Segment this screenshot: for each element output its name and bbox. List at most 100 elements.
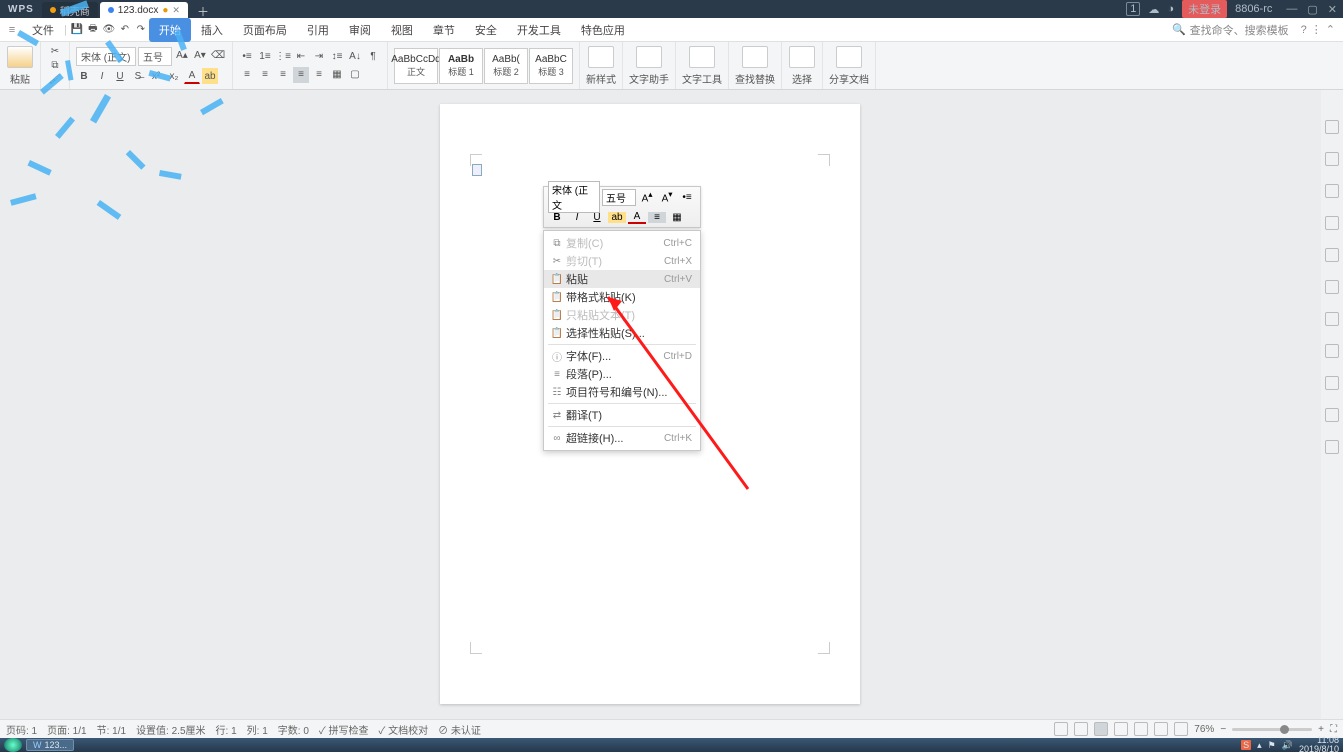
- ctx-item-label: 粘贴: [566, 271, 664, 287]
- sidebar-tool-4[interactable]: [1325, 216, 1339, 230]
- status-section[interactable]: 节: 1/1: [97, 722, 126, 737]
- ribbon-select[interactable]: 选择: [782, 42, 823, 89]
- mini-align[interactable]: ≡: [648, 212, 666, 223]
- view-extra2[interactable]: [1174, 722, 1188, 736]
- view-print[interactable]: [1094, 722, 1108, 736]
- mini-bold[interactable]: B: [548, 212, 566, 223]
- zoom-in[interactable]: +: [1318, 724, 1324, 735]
- ctx-选择性粘贴s[interactable]: 📋选择性粘贴(S)...: [544, 324, 700, 342]
- menu-special[interactable]: 特色应用: [571, 18, 635, 42]
- ctx-超链接h[interactable]: ∞超链接(H)...Ctrl+K: [544, 429, 700, 447]
- ribbon-texttools[interactable]: 文字工具: [676, 42, 729, 89]
- close-button[interactable]: ✕: [1328, 3, 1337, 16]
- ctx-翻译t[interactable]: ⇄翻译(T): [544, 406, 700, 424]
- sidebar-tool-9[interactable]: [1325, 376, 1339, 390]
- sidebar-tool-11[interactable]: [1325, 440, 1339, 454]
- status-spell[interactable]: ✓ 拼写检查: [319, 722, 369, 737]
- task-wps[interactable]: W 123...: [26, 739, 74, 751]
- newstyle-icon: [588, 46, 614, 68]
- mini-underline[interactable]: U: [588, 212, 606, 223]
- zoom-label[interactable]: 76%: [1194, 724, 1214, 735]
- menu-view[interactable]: 视图: [381, 18, 423, 42]
- ctx-粘贴[interactable]: 📋粘贴Ctrl+V: [544, 270, 700, 288]
- status-proof[interactable]: ✓ 文档校对: [379, 722, 429, 737]
- shading-button[interactable]: ▦: [329, 67, 345, 83]
- sidebar-tool-7[interactable]: [1325, 312, 1339, 326]
- tray-clock[interactable]: 11:08 2019/8/10: [1299, 736, 1339, 754]
- view-fullscreen[interactable]: [1054, 722, 1068, 736]
- mini-shading[interactable]: ▦: [668, 212, 686, 223]
- borders-button[interactable]: ▢: [347, 67, 363, 83]
- ctx-段落p[interactable]: ≡段落(P)...: [544, 365, 700, 383]
- mini-font-size[interactable]: 五号: [602, 189, 636, 206]
- menu-section[interactable]: 章节: [423, 18, 465, 42]
- fit-button[interactable]: ⛶: [1330, 724, 1337, 735]
- status-chars[interactable]: 字数: 0: [278, 722, 309, 737]
- status-pages[interactable]: 页面: 1/1: [47, 722, 86, 737]
- collapse-ribbon-icon[interactable]: ⌃: [1326, 23, 1335, 36]
- ribbon-doctool[interactable]: 文字助手: [623, 42, 676, 89]
- view-read[interactable]: [1074, 722, 1088, 736]
- status-page[interactable]: 页码: 1: [6, 722, 37, 737]
- ctx-带格式粘贴k[interactable]: 📋带格式粘贴(K): [544, 288, 700, 306]
- ctx-item-shortcut: Ctrl+X: [664, 256, 692, 267]
- style-h3[interactable]: AaBbC标题 3: [529, 48, 573, 84]
- showmarks-button[interactable]: ¶: [365, 49, 381, 65]
- mini-highlight[interactable]: ab: [608, 212, 626, 223]
- menu-review[interactable]: 审阅: [339, 18, 381, 42]
- ribbon-findrep[interactable]: 查找替换: [729, 42, 782, 89]
- view-outline[interactable]: [1114, 722, 1128, 736]
- sidebar-tool-6[interactable]: [1325, 280, 1339, 294]
- start-button[interactable]: [4, 738, 22, 752]
- ctx-字体f[interactable]: ⓘ字体(F)...Ctrl+D: [544, 347, 700, 365]
- linespacing-button[interactable]: ↕≡: [329, 49, 345, 65]
- menu-security[interactable]: 安全: [465, 18, 507, 42]
- ctx-项目符号和编号n[interactable]: ☷项目符号和编号(N)...: [544, 383, 700, 401]
- tray-ime[interactable]: S: [1241, 740, 1251, 750]
- skin-icon[interactable]: ◑: [1167, 3, 1174, 15]
- ctx-item-label: 带格式粘贴(K): [566, 289, 692, 305]
- style-h2[interactable]: AaBb(标题 2: [484, 48, 528, 84]
- zoom-slider[interactable]: [1232, 728, 1312, 731]
- mini-font-name[interactable]: 宋体 (正文: [548, 181, 600, 213]
- style-h1[interactable]: AaBb标题 1: [439, 48, 483, 84]
- ribbon-styles-group: AaBbCcDd正文 AaBb标题 1 AaBb(标题 2 AaBbC标题 3: [388, 42, 580, 89]
- login-pill[interactable]: 未登录: [1182, 0, 1227, 18]
- system-tray: S ▴ ⚑ 🔊 11:08 2019/8/10: [1241, 736, 1343, 754]
- sidebar-tool-1[interactable]: [1325, 120, 1339, 134]
- ribbon-share[interactable]: 分享文档: [823, 42, 876, 89]
- mini-fontcolor[interactable]: A: [628, 211, 646, 224]
- zoom-knob[interactable]: [1280, 725, 1289, 734]
- cloud-icon[interactable]: ☁: [1148, 3, 1159, 16]
- sidebar-tool-2[interactable]: [1325, 152, 1339, 166]
- titlebar-right: 1 ☁ ◑ 未登录 8806-rc — ▢ ✕: [1126, 0, 1343, 18]
- sidebar-tool-5[interactable]: [1325, 248, 1339, 262]
- mini-bullets[interactable]: •≡: [678, 192, 696, 203]
- sidebar-tool-8[interactable]: [1325, 344, 1339, 358]
- status-setval[interactable]: 设置值: 2.5厘米: [136, 722, 205, 737]
- search-placeholder[interactable]: 查找命令、搜索模板: [1190, 22, 1289, 38]
- tray-flag[interactable]: ⚑: [1268, 740, 1276, 751]
- ribbon-newstyle[interactable]: 新样式: [580, 42, 623, 89]
- zoom-out[interactable]: −: [1220, 724, 1226, 735]
- maximize-button[interactable]: ▢: [1307, 3, 1317, 16]
- sort-button[interactable]: A↓: [347, 49, 363, 65]
- tray-up[interactable]: ▴: [1257, 740, 1262, 751]
- sidebar-tool-3[interactable]: [1325, 184, 1339, 198]
- select-icon: [789, 46, 815, 68]
- view-web[interactable]: [1134, 722, 1148, 736]
- mini-italic[interactable]: I: [568, 212, 586, 223]
- mini-shrink-font[interactable]: A▾: [658, 189, 676, 204]
- mini-grow-font[interactable]: A▴: [638, 189, 656, 204]
- more-icon[interactable]: ⋮: [1311, 23, 1322, 36]
- menu-devtools[interactable]: 开发工具: [507, 18, 571, 42]
- status-auth[interactable]: ⊘ 未认证: [438, 722, 481, 737]
- view-extra1[interactable]: [1154, 722, 1168, 736]
- sidebar-tool-10[interactable]: [1325, 408, 1339, 422]
- ctx-item-icon: 📋: [548, 310, 566, 321]
- ctx-item-icon: ✂: [548, 256, 566, 267]
- help-icon[interactable]: ?: [1301, 24, 1307, 36]
- style-normal[interactable]: AaBbCcDd正文: [394, 48, 438, 84]
- tray-volume[interactable]: 🔊: [1282, 740, 1293, 751]
- minimize-button[interactable]: —: [1286, 3, 1297, 16]
